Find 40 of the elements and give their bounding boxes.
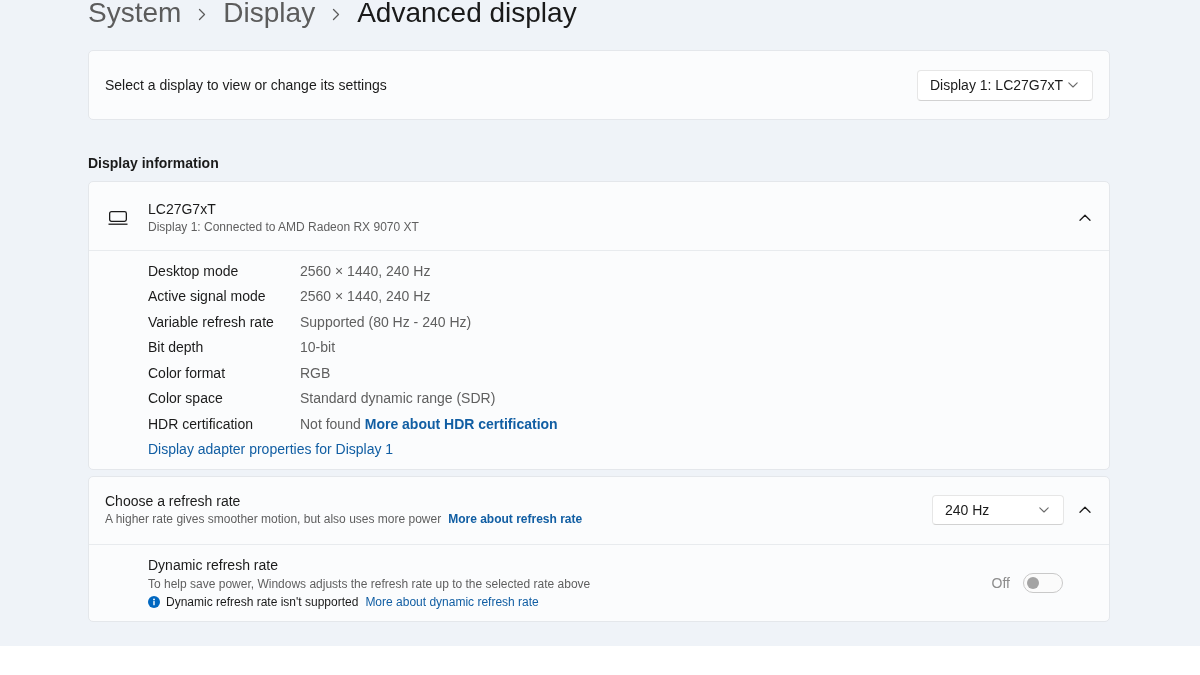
property-value: Supported (80 Hz - 240 Hz) (300, 313, 472, 330)
property-value: 10-bit (300, 339, 336, 356)
section-heading: Display information (88, 154, 220, 173)
learn-more-link[interactable]: More about HDR certification (364, 415, 558, 432)
property-label: Desktop mode (148, 262, 240, 279)
breadcrumb-link[interactable]: Display (223, 0, 316, 31)
setting-label: Select a display to view or change its settings (105, 77, 387, 93)
property-label: Variable refresh rate (148, 313, 275, 330)
property-label: Color format (148, 364, 227, 381)
toggle-label: Off (991, 573, 1010, 593)
chevron-down-icon (1068, 82, 1078, 88)
property-value: 2560 × 1440, 240 Hz (300, 262, 431, 279)
chevron-right-icon (198, 7, 207, 21)
breadcrumb-link[interactable]: System (88, 0, 182, 31)
info-icon (148, 595, 160, 608)
property-label: Active signal mode (148, 288, 267, 305)
chevron-right-icon (332, 7, 341, 21)
chevron-up-icon[interactable] (1079, 506, 1091, 514)
monitor-icon (108, 210, 128, 225)
refresh-rate-dropdown[interactable]: 240 Hz (932, 495, 1064, 525)
monitor-name: LC27G7xT (148, 199, 217, 218)
learn-more-link[interactable]: More about refresh rate (448, 510, 583, 528)
adapter-properties-link[interactable]: Display adapter properties for Display 1 (148, 436, 394, 462)
notice-text: Dynamic refresh rate isn't supported (166, 593, 359, 611)
connection-description: Display 1: Connected to AMD Radeon RX 9070 XT (148, 218, 420, 236)
property-label: Color space (148, 390, 224, 407)
property-value: 2560 × 1440, 240 Hz (300, 288, 431, 305)
setting-description: A higher rate gives smoother motion, but also uses more power (105, 511, 442, 528)
display-dropdown[interactable]: Display 1: LC27G7xT (917, 69, 1093, 101)
property-value: Standard dynamic range (SDR) (300, 390, 496, 407)
property-value: RGB (300, 364, 331, 381)
property-value: Not found (300, 415, 361, 432)
setting-title: Choose a refresh rate (105, 492, 242, 510)
property-label: Bit depth (148, 339, 205, 356)
property-label: HDR certification (148, 415, 255, 432)
chevron-up-icon[interactable] (1079, 213, 1091, 222)
chevron-down-icon (1039, 507, 1049, 513)
page-title: Advanced display (357, 0, 577, 30)
setting-title: Dynamic refresh rate (148, 555, 279, 575)
setting-description: To help save power, Windows adjusts the refresh rate up to the selected rate above (148, 575, 591, 593)
